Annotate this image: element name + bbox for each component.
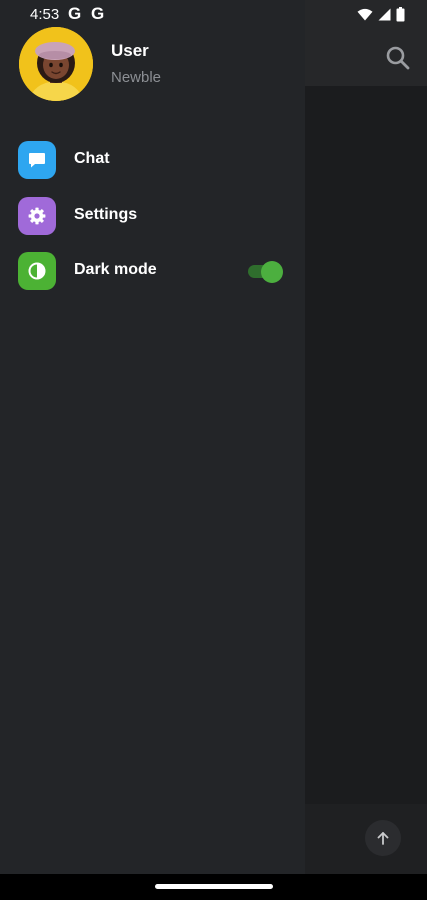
toggle-thumb	[261, 261, 283, 283]
google-notification-icon: G	[91, 4, 105, 23]
home-gesture-handle[interactable]	[155, 884, 273, 889]
avatar-illustration	[19, 27, 93, 101]
app-screen: User Newble Chat Settings Dark mode 4:53…	[0, 0, 427, 900]
system-nav-bar	[0, 874, 427, 900]
menu-item-label: Dark mode	[74, 261, 157, 278]
contrast-icon	[18, 252, 56, 290]
battery-icon	[396, 7, 405, 22]
arrow-up-icon	[377, 832, 389, 845]
wifi-icon	[357, 8, 373, 21]
menu-item-chat[interactable]: Chat	[0, 135, 305, 185]
dark-mode-toggle[interactable]	[247, 261, 285, 283]
navigation-drawer: User Newble Chat Settings Dark mode	[0, 0, 305, 874]
search-icon[interactable]	[384, 44, 412, 72]
scroll-up-button[interactable]	[365, 820, 401, 856]
status-icons	[357, 7, 405, 22]
status-bar: 4:53 G G	[0, 0, 427, 30]
user-name: User	[111, 41, 149, 60]
menu-item-label: Chat	[74, 150, 110, 167]
cell-signal-icon	[378, 8, 391, 21]
gear-icon	[18, 197, 56, 235]
status-time: 4:53	[30, 6, 60, 23]
chat-bubble-icon	[18, 141, 56, 179]
menu-item-settings[interactable]: Settings	[0, 191, 305, 241]
menu-item-label: Settings	[74, 206, 138, 223]
avatar[interactable]	[19, 27, 93, 101]
menu-item-dark-mode[interactable]: Dark mode	[0, 246, 305, 296]
google-notification-icon: G	[68, 4, 82, 23]
user-role: Newble	[111, 69, 162, 86]
